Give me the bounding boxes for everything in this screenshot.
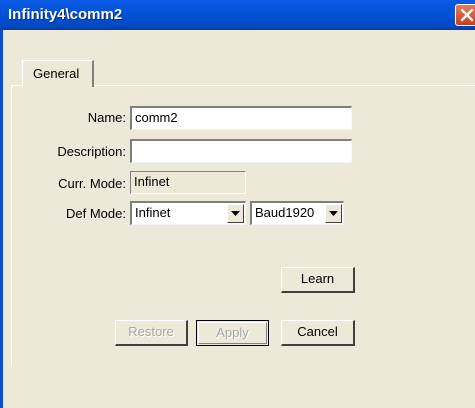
apply-button[interactable]: Apply xyxy=(196,320,269,346)
tab-general-label: General xyxy=(33,66,80,81)
close-button[interactable] xyxy=(455,4,475,26)
def-mode-dropdown-button[interactable] xyxy=(227,204,244,223)
baud-select[interactable]: Baud1920 xyxy=(250,201,344,225)
baud-value: Baud1920 xyxy=(255,205,315,220)
curr-mode-value: Infinet xyxy=(130,171,246,194)
name-input[interactable]: comm2 xyxy=(130,106,352,130)
title-bar[interactable]: Infinity4\comm2 xyxy=(0,0,475,30)
def-mode-value: Infinet xyxy=(135,205,171,220)
name-label: Name: xyxy=(87,110,126,125)
def-mode-select[interactable]: Infinet xyxy=(130,201,246,225)
apply-button-label: Apply xyxy=(198,322,267,344)
baud-dropdown-button[interactable] xyxy=(325,204,342,223)
chevron-down-icon xyxy=(231,211,240,216)
tab-general[interactable]: General xyxy=(22,60,94,87)
description-label: Description: xyxy=(57,144,126,159)
window-border xyxy=(0,30,3,408)
window-title: Infinity4\comm2 xyxy=(8,6,123,23)
chevron-down-icon xyxy=(329,211,338,216)
learn-button[interactable]: Learn xyxy=(281,267,355,293)
description-input[interactable] xyxy=(130,139,352,163)
restore-button[interactable]: Restore xyxy=(115,320,188,346)
def-mode-label: Def Mode: xyxy=(66,206,126,221)
cancel-button[interactable]: Cancel xyxy=(281,320,355,346)
curr-mode-label: Curr. Mode: xyxy=(58,176,126,191)
close-icon xyxy=(460,8,474,22)
